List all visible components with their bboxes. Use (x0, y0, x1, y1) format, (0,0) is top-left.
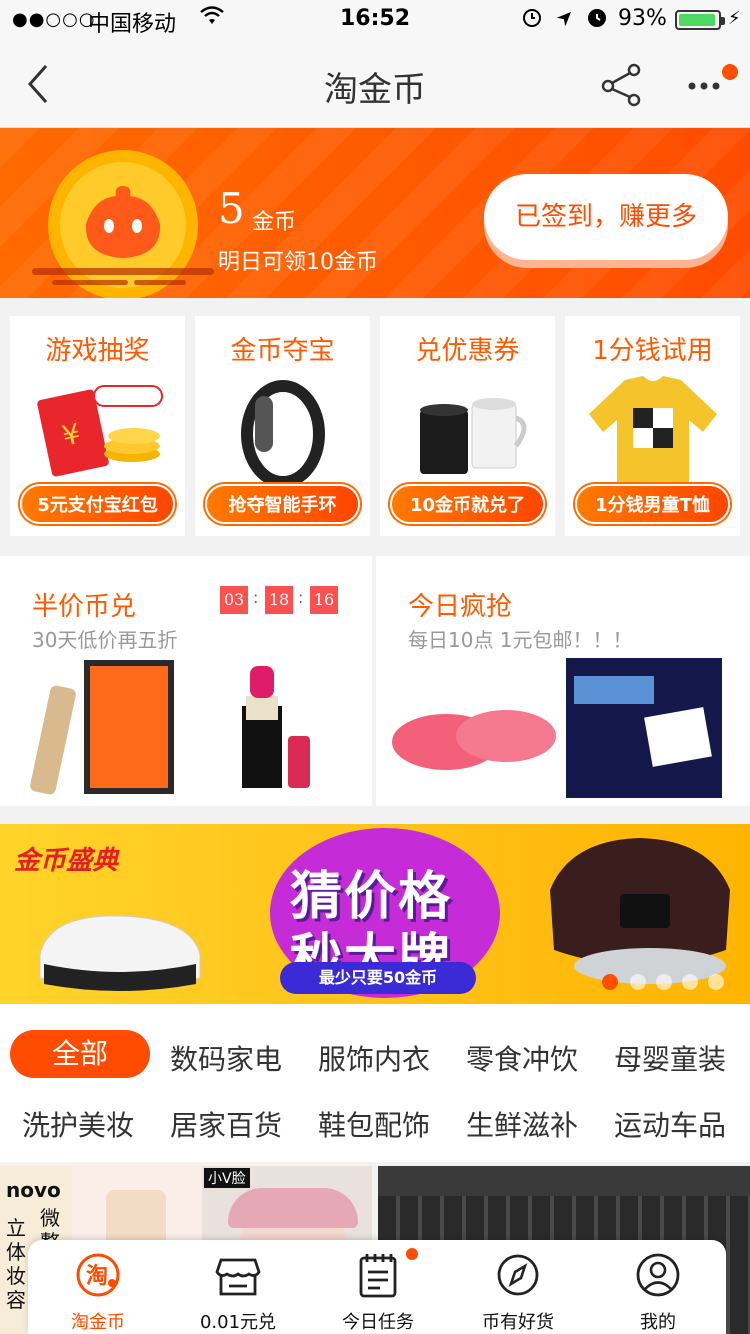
carousel-dot[interactable] (708, 974, 724, 990)
category-baby[interactable]: 母婴童装 (600, 1038, 740, 1078)
charging-icon: ⚡ (728, 8, 741, 29)
vr-headset-image (39, 915, 201, 991)
card-game-lottery[interactable]: 游戏抽奖 ¥ 5元支付宝红包 (10, 316, 185, 536)
coin-unit: 金币 (252, 210, 297, 235)
store-icon (215, 1258, 261, 1296)
rice-cooker-image (550, 838, 730, 984)
signin-earn-more-button[interactable]: 已签到，赚更多 (484, 174, 728, 260)
tab-label: 今日任务 (342, 1312, 414, 1333)
tab-mine[interactable]: 我的 (588, 1240, 728, 1334)
carousel-dot-active[interactable] (602, 974, 618, 990)
status-icons (520, 6, 612, 35)
card-coupon-exchange[interactable]: 兑优惠券 10金币就兑了 (380, 316, 555, 536)
notification-dot (406, 1248, 418, 1260)
coin-header: 5 金币 明日可领10金币 已签到，赚更多 (0, 128, 750, 298)
category-digital[interactable]: 数码家电 (156, 1038, 296, 1078)
card-title: 1分钱试用 (592, 336, 713, 366)
tab-label: 币有好货 (482, 1312, 554, 1333)
battery-icon (675, 10, 725, 30)
product-vertical-text: 立体妆容 (6, 1216, 26, 1312)
card-badge: 1分钱男童T恤 (575, 484, 730, 524)
category-beauty[interactable]: 洗护美妆 (8, 1104, 148, 1144)
timer-hours: 03 (220, 586, 248, 614)
promo-title: 今日疯抢 (408, 592, 513, 622)
tab-label: 我的 (640, 1312, 676, 1333)
category-fresh[interactable]: 生鲜滋补 (452, 1104, 592, 1144)
card-one-cent-trial[interactable]: 1分钱试用 1分钱男童T恤 (565, 316, 740, 536)
carousel-dot[interactable] (682, 974, 698, 990)
user-icon (636, 1253, 680, 1297)
promo-today-rush[interactable]: 今日疯抢 每日10点 1元包邮！！！ (376, 556, 750, 806)
category-sports[interactable]: 运动车品 (600, 1104, 740, 1144)
task-list-icon (359, 1254, 397, 1298)
timer-minutes: 18 (265, 586, 293, 614)
bottom-tab-bar: 淘 淘金币 0.01元兑 今日任务 币有好货 我的 (28, 1240, 726, 1334)
tab-good-goods[interactable]: 币有好货 (448, 1240, 588, 1334)
battery-percent: 93% (618, 6, 667, 31)
tab-tao-coin[interactable]: 淘 淘金币 (28, 1240, 168, 1334)
card-badge: 10金币就兑了 (390, 484, 545, 524)
card-coin-treasure[interactable]: 金币夺宝 抢夺智能手环 (195, 316, 370, 536)
product-tag: 小V脸 (204, 1168, 250, 1188)
compass-icon (497, 1254, 539, 1296)
tab-daily-tasks[interactable]: 今日任务 (308, 1240, 448, 1334)
promo-subtitle: 每日10点 1元包邮！！！ (408, 628, 633, 652)
category-home[interactable]: 居家百货 (156, 1104, 296, 1144)
red-envelope-image: ¥ (37, 385, 163, 477)
card-title: 游戏抽奖 (45, 336, 150, 366)
category-apparel[interactable]: 服饰内衣 (304, 1038, 444, 1078)
tab-label: 淘金币 (71, 1312, 125, 1333)
banner-subtitle: 最少只要50金币 (280, 962, 476, 994)
category-shoes-bags[interactable]: 鞋包配饰 (304, 1104, 444, 1144)
card-title: 兑优惠券 (415, 336, 520, 366)
category-snacks[interactable]: 零食冲饮 (452, 1038, 592, 1078)
coin-count: 5 (218, 184, 245, 233)
svg-text:淘: 淘 (86, 1263, 108, 1289)
card-badge: 5元支付宝红包 (20, 484, 175, 524)
coin-mascot-icon (48, 150, 198, 298)
card-title: 金币夺宝 (230, 336, 335, 366)
share-icon[interactable] (598, 62, 646, 108)
category-tabs: 全部 数码家电 服饰内衣 零食冲饮 母婴童装 洗护美妆 居家百货 鞋包配饰 生鲜… (0, 1004, 750, 1162)
slippers-and-cotton-image (392, 658, 722, 798)
promo-banner[interactable]: 金币盛典 猜价格 秒大牌 最少只要50金币 (0, 824, 750, 1004)
promo-half-price[interactable]: 半价币兑 30天低价再五折 03 : 18 : 16 (0, 556, 372, 806)
smart-band-image (241, 380, 325, 484)
mugs-image (420, 398, 527, 474)
carousel-dot[interactable] (656, 974, 672, 990)
carousel-dot[interactable] (630, 974, 646, 990)
card-badge: 抢夺智能手环 (205, 484, 360, 524)
tao-coin-icon: 淘 (76, 1253, 120, 1297)
promo-title: 半价币兑 (32, 592, 137, 622)
next-reward-text: 明日可领10金币 (218, 250, 378, 275)
tab-redeem[interactable]: 0.01元兑 (168, 1240, 308, 1334)
feature-cards: 游戏抽奖 ¥ 5元支付宝红包 金币夺宝 抢夺智能手环 兑优惠券 10金币就兑了 … (0, 298, 750, 553)
product-brand: novo (6, 1178, 61, 1202)
kids-tshirt-image (589, 376, 717, 484)
banner-logo: 金币盛典 (14, 846, 119, 876)
timer-seconds: 16 (310, 586, 338, 614)
nav-bar: 淘金币 (0, 40, 750, 128)
category-all[interactable]: 全部 (10, 1030, 150, 1078)
status-bar: ●●○○○ 中国移动 16:52 93% ⚡ (0, 0, 750, 40)
cosmetics-image (30, 660, 310, 795)
tab-label: 0.01元兑 (199, 1312, 277, 1333)
notification-dot (722, 64, 738, 80)
